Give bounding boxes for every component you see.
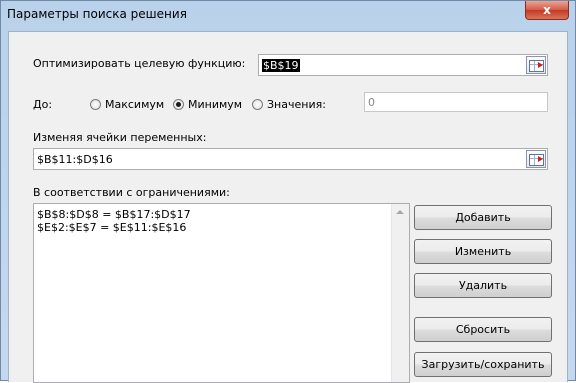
title-bar[interactable]: Параметры поиска решения x (1, 1, 575, 29)
reset-button[interactable]: Сбросить (414, 317, 552, 342)
list-item[interactable]: $E$2:$E$7 = $E$11:$E$16 (37, 221, 186, 234)
delete-button[interactable]: Удалить (414, 273, 552, 298)
radio-max-label: Максимум (105, 98, 165, 111)
radio-min[interactable]: Минимум (173, 98, 242, 111)
radio-min-icon (173, 99, 184, 110)
radio-max-icon (90, 99, 101, 110)
scrollbar[interactable] (391, 204, 409, 382)
variables-label: Изменяя ячейки переменных: (33, 131, 207, 144)
list-item[interactable]: $B$8:$D$8 = $B$17:$D$17 (37, 208, 191, 221)
radio-max[interactable]: Максимум (90, 98, 164, 111)
scroll-up-icon[interactable] (392, 204, 408, 220)
constraints-list[interactable]: $B$8:$D$8 = $B$17:$D$17 $E$2:$E$7 = $E$1… (33, 203, 410, 383)
objective-range-button[interactable] (526, 56, 546, 74)
change-button[interactable]: Изменить (414, 239, 552, 264)
radio-min-label: Минимум (188, 98, 243, 111)
constraints-label: В соответствии с ограничениями: (33, 186, 230, 199)
radio-value[interactable]: Значения: (252, 98, 326, 111)
add-button[interactable]: Добавить (414, 205, 552, 230)
close-icon: x (543, 3, 551, 17)
dialog-body: Оптимизировать целевую функцию: $B$19 До… (8, 31, 568, 383)
variables-input[interactable]: $B$11:$D$16 (33, 148, 548, 170)
objective-value: $B$19 (262, 59, 300, 72)
window-title: Параметры поиска решения (7, 7, 187, 21)
close-button[interactable]: x (525, 1, 569, 20)
value-input[interactable]: 0 (364, 92, 548, 112)
to-label: До: (33, 98, 53, 111)
objective-input[interactable]: $B$19 (258, 54, 548, 76)
radio-value-icon (252, 99, 263, 110)
objective-label: Оптимизировать целевую функцию: (33, 57, 246, 70)
load-save-button[interactable]: Загрузить/сохранить (414, 352, 552, 377)
variables-value: $B$11:$D$16 (37, 153, 113, 166)
value-input-text: 0 (368, 96, 375, 109)
variables-range-button[interactable] (526, 150, 546, 168)
radio-value-label: Значения: (267, 98, 326, 111)
arrow-icon (538, 156, 543, 162)
solver-dialog: Параметры поиска решения x Оптимизироват… (0, 0, 576, 383)
arrow-icon (538, 62, 543, 68)
